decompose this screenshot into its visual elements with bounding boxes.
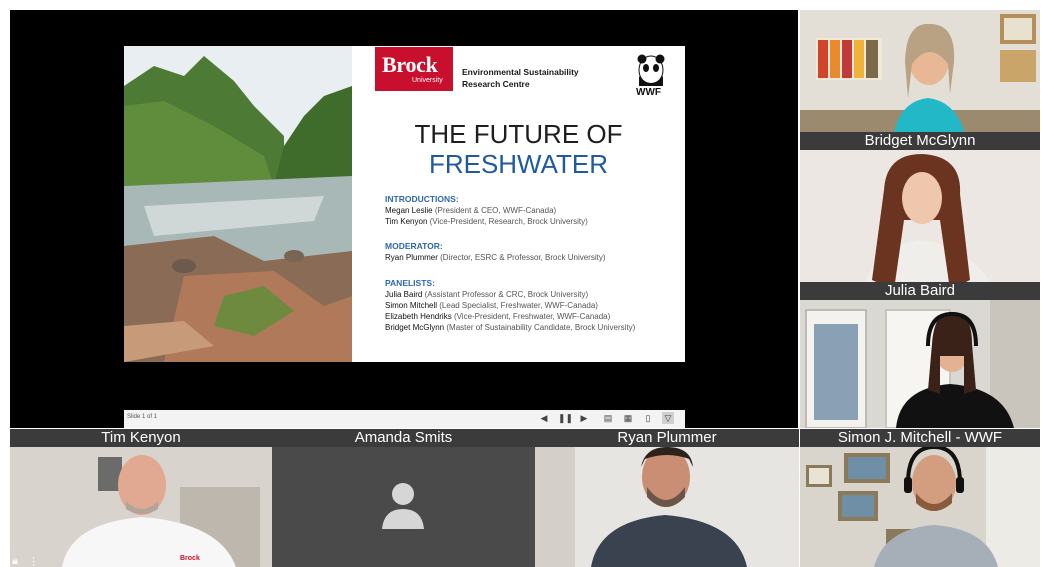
- video-tile-julia[interactable]: Julia Baird: [800, 150, 1040, 300]
- reading-view-icon[interactable]: ▯: [642, 412, 654, 424]
- brock-logo-university: University: [412, 77, 443, 84]
- user-avatar-icon: [382, 483, 424, 529]
- person-role: (Lead Specialist, Freshwater, WWF-Canada…: [439, 301, 598, 310]
- person-name: Julia Baird: [385, 290, 423, 299]
- person-name: Elizabeth Hendriks: [385, 312, 452, 321]
- participant-video: [535, 447, 799, 567]
- panelist-line: Elizabeth Hendriks (Vice-President, Fres…: [385, 312, 610, 321]
- river-photo: [124, 46, 352, 362]
- esrc-label: Environmental Sustainability Research Ce…: [462, 66, 602, 90]
- video-tile-ryan[interactable]: Ryan Plummer: [535, 429, 799, 567]
- slide-sorter-icon[interactable]: ▦: [622, 412, 634, 424]
- esrc-line2: Research Centre: [462, 79, 530, 89]
- person-role: (Master of Sustainability Candidate, Bro…: [446, 323, 636, 332]
- esrc-line1: Environmental Sustainability: [462, 67, 579, 77]
- participant-video: [800, 10, 1040, 150]
- person-name: Simon Mitchell: [385, 301, 438, 310]
- panda-icon: [637, 54, 665, 86]
- participant-name: Ryan Plummer: [535, 429, 799, 447]
- participant-video: [10, 447, 272, 567]
- participant-video: [800, 150, 1040, 300]
- person-name: Bridget McGlynn: [385, 323, 445, 332]
- video-tile-tim[interactable]: Tim Kenyon Brock 🔒︎ ⋮: [10, 429, 272, 567]
- prev-icon[interactable]: ◀: [538, 412, 550, 424]
- more-icon[interactable]: ⋮: [28, 555, 42, 567]
- person-role: (President & CEO, WWF-Canada): [434, 206, 557, 215]
- person-name: Megan Leslie: [385, 206, 433, 215]
- moderator-heading: MODERATOR:: [385, 241, 443, 251]
- participant-name: Amanda Smits: [272, 429, 535, 447]
- participant-video: [800, 300, 1040, 428]
- presentation-slide: Brock University Environmental Sustainab…: [124, 46, 685, 362]
- moderator-line: Ryan Plummer (Director, ESRC & Professor…: [385, 253, 606, 262]
- lock-icon: 🔒︎: [12, 555, 18, 567]
- intro-line: Tim Kenyon (Vice-President, Research, Br…: [385, 217, 588, 226]
- video-tile-bridget[interactable]: Bridget McGlynn: [800, 10, 1040, 150]
- wwf-logo: WWF: [634, 54, 668, 100]
- video-tile-participant[interactable]: [800, 300, 1040, 428]
- participant-name: Tim Kenyon: [10, 429, 272, 447]
- panelist-line: Julia Baird (Assistant Professor & CRC, …: [385, 290, 588, 299]
- panelist-line: Simon Mitchell (Lead Specialist, Freshwa…: [385, 301, 598, 310]
- panelists-heading: PANELISTS:: [385, 278, 435, 288]
- person-role: (Vice-President, Research, Brock Univers…: [429, 217, 588, 226]
- participant-video: [800, 447, 1040, 567]
- participant-name: Bridget McGlynn: [800, 132, 1040, 150]
- presentation-status-bar: Slide 1 of 1 ◀ ❚❚ ▶ ▤ ▦ ▯ ▽: [124, 410, 685, 428]
- person-role: (Director, ESRC & Professor, Brock Unive…: [440, 253, 606, 262]
- panelist-line: Bridget McGlynn (Master of Sustainabilit…: [385, 323, 635, 332]
- participant-name: Julia Baird: [800, 282, 1040, 300]
- video-tile-simon[interactable]: Simon J. Mitchell - WWF: [800, 429, 1040, 567]
- person-name: Tim Kenyon: [385, 217, 428, 226]
- introductions-heading: INTRODUCTIONS:: [385, 194, 459, 204]
- normal-view-icon[interactable]: ▤: [602, 412, 614, 424]
- participant-name: Simon J. Mitchell - WWF: [800, 429, 1040, 447]
- brock-logo-word: Brock: [382, 52, 438, 77]
- slide-title-line2: FRESHWATER: [428, 149, 609, 179]
- shirt-logo: Brock: [180, 555, 200, 562]
- person-role: (Assistant Professor & CRC, Brock Univer…: [424, 290, 589, 299]
- slide-title-line1: THE FUTURE OF: [414, 119, 623, 149]
- pause-icon[interactable]: ❚❚: [558, 412, 573, 424]
- brock-university-logo: Brock University: [375, 47, 453, 91]
- person-role: (Vice-President, Freshwater, WWF-Canada): [453, 312, 611, 321]
- video-tile-amanda[interactable]: Amanda Smits: [272, 429, 535, 567]
- slideshow-icon[interactable]: ▽: [662, 412, 674, 424]
- person-name: Ryan Plummer: [385, 253, 438, 262]
- intro-line: Megan Leslie (President & CEO, WWF-Canad…: [385, 206, 556, 215]
- slide-count: Slide 1 of 1: [127, 414, 158, 420]
- wwf-text: WWF: [636, 87, 661, 98]
- next-icon[interactable]: ▶: [578, 412, 590, 424]
